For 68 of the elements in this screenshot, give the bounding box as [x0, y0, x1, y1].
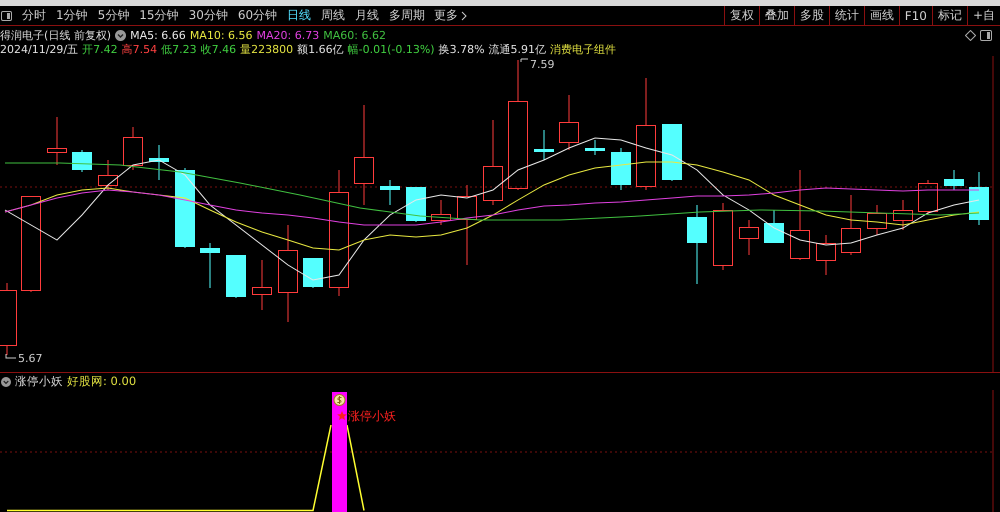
diamond-icon[interactable]: [965, 30, 976, 40]
quote-value: 额1.66亿: [297, 42, 344, 56]
candlestick: [867, 204, 887, 236]
quote-value: 量223800: [240, 42, 294, 56]
period-tab[interactable]: 月线: [350, 7, 384, 24]
period-tab[interactable]: 15分钟: [134, 7, 184, 24]
candlestick: [918, 180, 938, 216]
indicator-value: 好股网: 0.00: [67, 374, 136, 389]
candlestick: [200, 242, 220, 288]
period-tab[interactable]: 30分钟: [184, 7, 233, 24]
quote-value: 开7.42: [82, 42, 118, 56]
period-tab[interactable]: 日线: [282, 7, 316, 24]
candlestick: [764, 210, 784, 244]
candlestick: [739, 220, 759, 256]
period-tab[interactable]: 周线: [316, 7, 350, 24]
candlestick: [559, 94, 579, 150]
stock-title: 得润电子(日线 前复权): [0, 28, 112, 42]
chevron-right-icon: [461, 10, 468, 20]
leader-line: [520, 58, 528, 62]
candlestick: [123, 126, 143, 170]
quote-value: 低7.23: [161, 42, 197, 56]
ma-value: MA10: 6.56: [190, 28, 253, 42]
candlestick: [303, 258, 323, 288]
dropdown-icon[interactable]: [1, 376, 11, 386]
ma-value: MA60: 6.62: [323, 28, 386, 42]
high-price-label: 7.59: [530, 58, 554, 71]
candlestick: [611, 148, 631, 190]
panel-toggle-icon[interactable]: [1, 10, 13, 22]
period-tab[interactable]: 1分钟: [51, 7, 93, 24]
star-icon: [337, 411, 347, 420]
candlestick: [47, 116, 67, 166]
candlestick: [252, 260, 272, 310]
quote-value: 幅-0.01(-0.13%): [348, 42, 435, 56]
candlestick: [72, 150, 92, 172]
leader-line: [6, 354, 16, 358]
more-button[interactable]: 更多: [430, 7, 472, 24]
candlestick: [226, 254, 246, 298]
period-tab[interactable]: 分时: [17, 7, 51, 24]
ma-value: MA20: 6.73: [256, 28, 320, 42]
quote-value: 换3.78%: [438, 42, 485, 56]
period-tab[interactable]: 5分钟: [92, 7, 134, 24]
candlestick: [662, 124, 682, 182]
quote-value: 收7.46: [200, 42, 236, 56]
candlestick: [406, 186, 426, 222]
quote-value: 2024/11/29/五: [0, 42, 78, 56]
candlestick: [534, 130, 554, 160]
candlestick: [380, 180, 400, 206]
period-tab[interactable]: 60分钟: [232, 7, 282, 24]
candlestick: [713, 202, 733, 270]
period-tab[interactable]: 多周期: [384, 7, 430, 24]
candlestick: [893, 200, 913, 230]
candlestick: [969, 172, 989, 226]
candlestick: [431, 200, 451, 226]
signal-label: 涨停小妖: [348, 409, 396, 423]
candlestick: [149, 144, 169, 180]
candlestick: [585, 140, 605, 156]
quote-value: 高7.54: [122, 42, 158, 56]
candlestick: [816, 234, 836, 276]
indicator-name: 涨停小妖: [15, 374, 63, 389]
candlestick: [944, 170, 964, 190]
panel-toggle-icon[interactable]: [980, 30, 992, 40]
sector-label: 消费电子组件: [550, 42, 616, 56]
candlestick: [841, 194, 861, 256]
candlestick: [98, 160, 118, 190]
dropdown-icon[interactable]: [115, 30, 126, 40]
quote-value: 流通5.91亿: [488, 42, 546, 56]
ma-value: MA5: 6.66: [130, 28, 186, 42]
low-price-label: 5.67: [18, 352, 42, 365]
